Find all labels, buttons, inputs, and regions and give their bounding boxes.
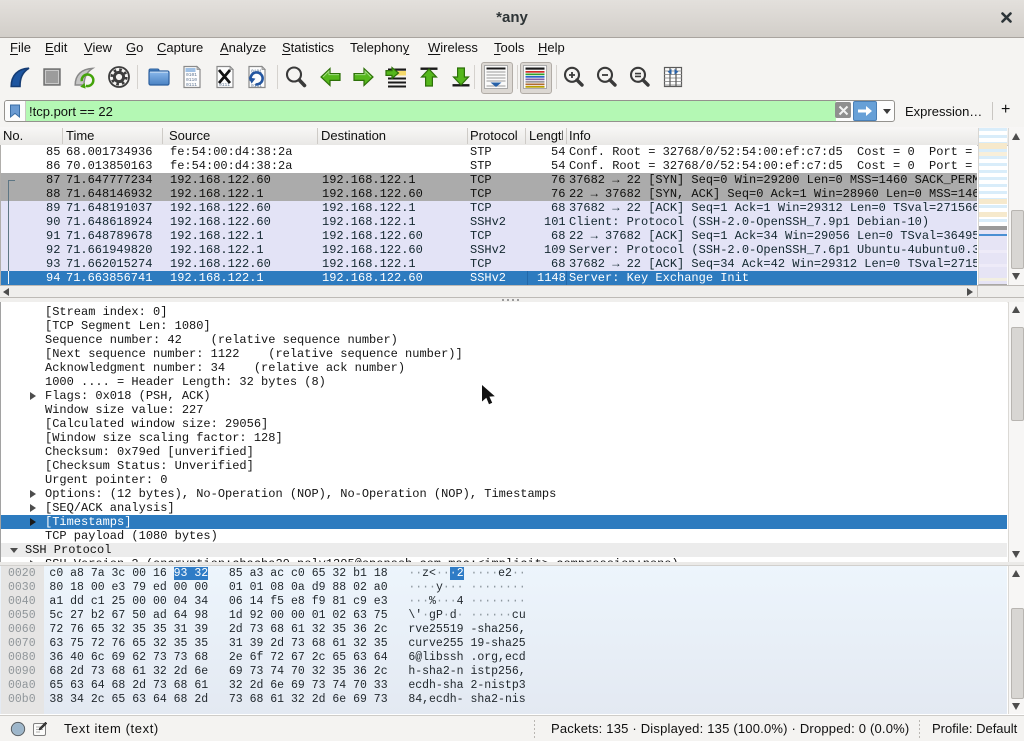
svg-text:0111: 0111 [186,82,197,88]
